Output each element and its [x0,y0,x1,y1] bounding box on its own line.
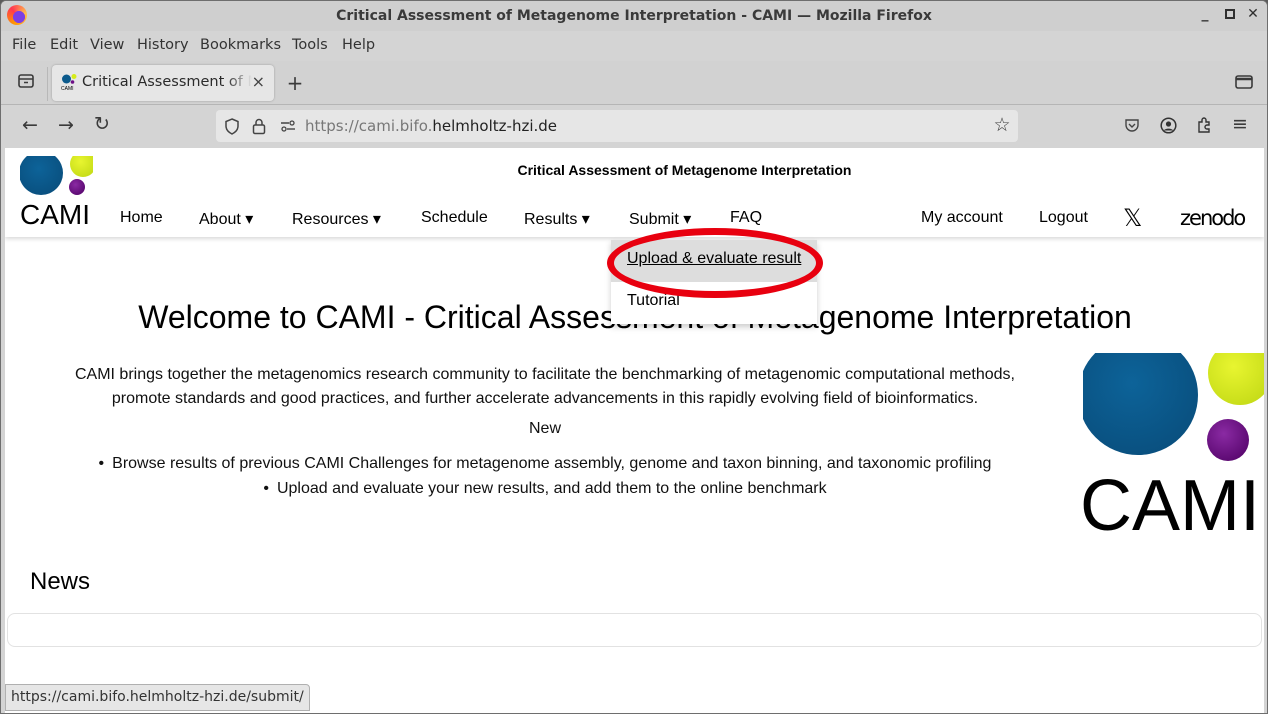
tab-strip: CAMI Critical Assessment of Metagenome I… [1,61,1267,105]
nav-resources[interactable]: Resources ▾ [292,209,381,229]
tab-overview-icon [18,74,34,88]
new-label: New [528,420,561,437]
tab-title: Critical Assessment of Metagenome Interp… [82,74,252,90]
new-tab-button[interactable]: + [285,71,305,95]
tab-overview-button[interactable] [16,73,36,93]
title-bar: Critical Assessment of Metagenome Interp… [1,1,1267,31]
browser-window: Critical Assessment of Metagenome Interp… [0,0,1268,714]
list-item: Browse results of previous CAMI Challeng… [45,451,1045,476]
cami-logo-large: CAMI [1080,348,1264,538]
site-title: Critical Assessment of Metagenome Interp… [517,162,852,178]
menu-edit[interactable]: Edit [50,37,78,53]
shield-icon[interactable] [224,118,240,135]
submit-dropdown-menu: Upload & evaluate result Tutorial [611,240,817,324]
menu-history[interactable]: History [137,37,189,53]
dropdown-item-tutorial[interactable]: Tutorial [611,282,817,324]
forward-button[interactable]: → [55,114,77,136]
news-heading: News [30,568,91,595]
logo-text: CAMI [1080,466,1260,538]
list-item: Upload and evaluate your new results, an… [45,476,1045,501]
menu-file[interactable]: File [12,37,36,53]
dropdown-item-upload-evaluate[interactable]: Upload & evaluate result [611,240,817,282]
menu-view[interactable]: View [90,37,124,53]
tab-divider [47,67,48,101]
menu-tools[interactable]: Tools [292,37,328,53]
logo-purple-circle [1207,419,1249,461]
menu-bar: File Edit View History Bookmarks Tools H… [1,33,1267,59]
account-icon [1159,117,1177,134]
extensions-button[interactable] [1195,116,1213,138]
lock-icon[interactable] [252,117,266,135]
logo-lime-circle [1208,348,1264,405]
maximize-button[interactable] [1220,6,1240,23]
app-menu-button[interactable]: ≡ [1230,113,1250,135]
feature-list: Browse results of previous CAMI Challeng… [45,451,1045,501]
close-window-button[interactable]: ✕ [1243,6,1263,22]
svg-text:CAMI: CAMI [61,86,74,90]
window-icon [1235,75,1253,89]
nav-faq[interactable]: FAQ [730,209,762,227]
extensions-icon [1197,117,1210,133]
nav-home[interactable]: Home [120,209,163,227]
cami-favicon-icon: CAMI [61,74,77,90]
pocket-icon [1125,119,1139,132]
menu-help[interactable]: Help [342,37,375,53]
reload-button[interactable]: ↻ [91,113,113,135]
news-container [7,613,1262,647]
pocket-button[interactable] [1123,117,1141,137]
nav-schedule[interactable]: Schedule [421,209,488,227]
nav-submit[interactable]: Submit ▾ [629,209,691,229]
status-bar-link-preview: https://cami.bifo.helmholtz-hzi.de/submi… [5,684,310,711]
nav-logout[interactable]: Logout [1039,209,1088,227]
url-bar[interactable]: https://cami.bifo.helmholtz-hzi.de ☆ [216,110,1018,142]
nav-my-account[interactable]: My account [921,209,1003,227]
menu-bookmarks[interactable]: Bookmarks [200,37,281,53]
permissions-icon[interactable] [280,120,296,132]
logo-purple-circle [69,179,85,195]
intro-paragraph: CAMI brings together the metagenomics re… [74,366,1015,407]
maximize-icon [1225,9,1235,19]
navigation-bar: ← → ↻ https://cami.bifo.helmholtz-hzi.de… [1,106,1267,147]
url-prefix: https://cami.bifo. [305,117,433,135]
bookmark-star-button[interactable]: ☆ [991,114,1013,136]
account-button[interactable] [1159,117,1177,138]
logo-blue-circle [1080,348,1198,455]
zenodo-icon[interactable]: zenodo [1180,206,1246,230]
list-all-tabs-button[interactable] [1234,74,1254,93]
tab-cami[interactable]: CAMI Critical Assessment of Metagenome I… [52,65,274,101]
url-domain: helmholtz-hzi.de [432,117,558,135]
nav-about[interactable]: About ▾ [199,209,253,229]
url-text[interactable]: https://cami.bifo.helmholtz-hzi.de [305,117,557,135]
x-twitter-icon[interactable]: 𝕏 [1123,204,1142,232]
window-title: Critical Assessment of Metagenome Interp… [336,8,932,24]
logo-text: CAMI [20,199,90,228]
minimize-button[interactable]: _ [1195,6,1215,22]
nav-results[interactable]: Results ▾ [524,209,590,229]
site-header: CAMI Critical Assessment of Metagenome I… [5,148,1264,237]
back-button[interactable]: ← [19,114,41,136]
web-page: CAMI Critical Assessment of Metagenome I… [5,148,1264,713]
tab-close-button[interactable]: × [252,72,265,91]
